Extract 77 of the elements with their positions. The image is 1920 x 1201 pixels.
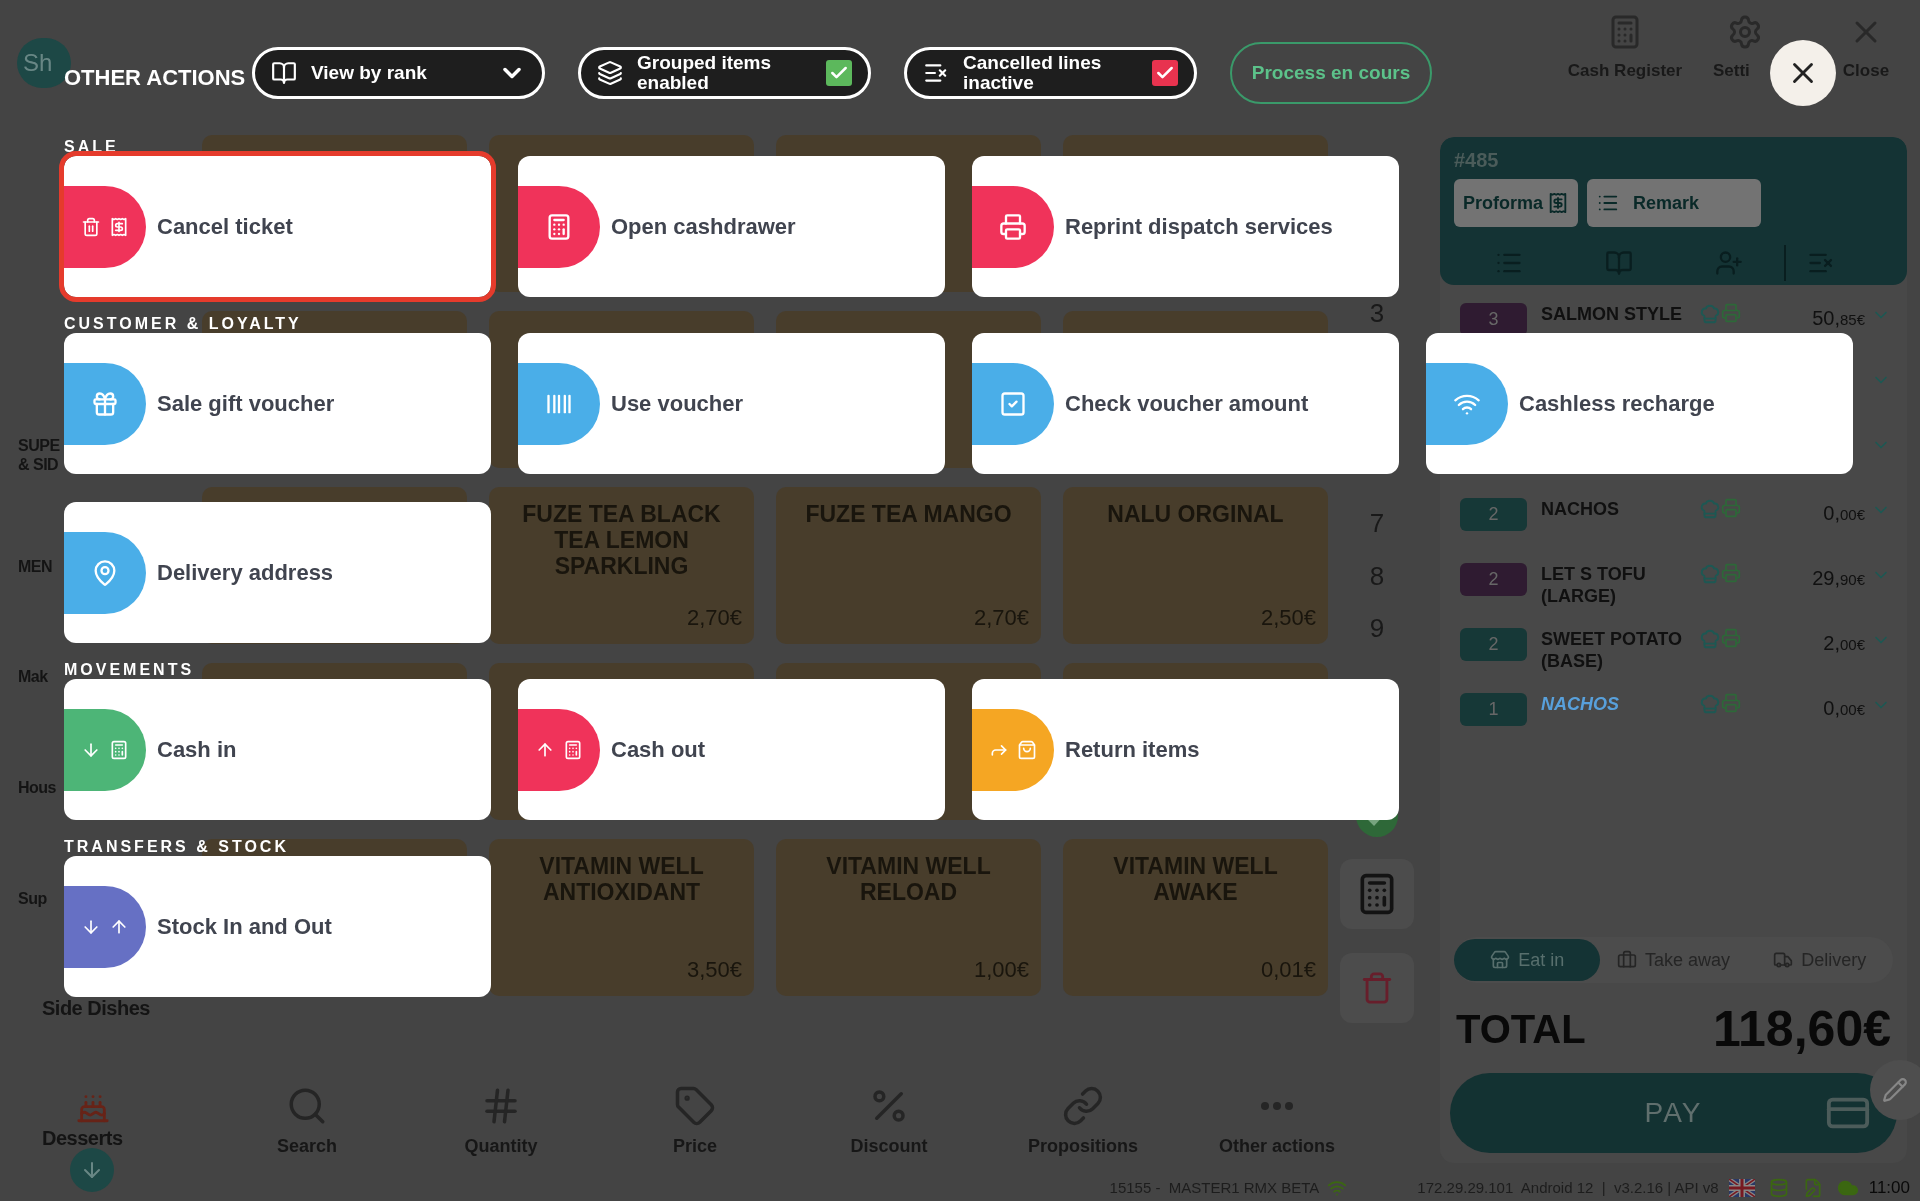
action-card[interactable]: Check voucher amount: [972, 333, 1399, 474]
toggle-button[interactable]: Cancelled lines inactive: [904, 47, 1197, 99]
tag-icon: [674, 1085, 716, 1127]
process-button[interactable]: Process en cours: [1230, 42, 1432, 104]
section-heading: CUSTOMER & LOYALTY: [64, 314, 302, 333]
quantity-badge: 2: [1460, 563, 1527, 596]
quantity-badge: 2: [1460, 628, 1527, 661]
pencil-icon: [1882, 1077, 1908, 1103]
calculator-icon: [563, 739, 583, 760]
link-icon: [1062, 1085, 1104, 1127]
remark-button[interactable]: Remark: [1587, 179, 1761, 227]
calculator-icon: [109, 739, 129, 760]
chef-hat-icon: [1699, 628, 1721, 650]
checkbox-icon: [999, 389, 1027, 418]
price: 0,00€: [1823, 701, 1865, 718]
chef-hat-icon: [1699, 303, 1721, 325]
layers-icon: [597, 60, 623, 86]
gift-icon: [91, 389, 119, 418]
trash-icon: [1360, 970, 1394, 1005]
scroll-down-button[interactable]: [70, 1148, 114, 1192]
wifi-icon: [1327, 1178, 1348, 1198]
chef-hat-icon: [1699, 498, 1721, 520]
action-card[interactable]: Sale gift voucher: [64, 333, 491, 474]
price: 29,90€: [1812, 571, 1865, 588]
quantity-badge: 2: [1460, 498, 1527, 531]
bag-icon: [1616, 950, 1637, 970]
database-icon: [1768, 1178, 1789, 1198]
chef-hat-icon: [1699, 693, 1721, 715]
more-icon: [1261, 1102, 1293, 1110]
printer-icon: [999, 212, 1027, 241]
item-name[interactable]: NACHOS: [1541, 498, 1691, 520]
book-icon: [271, 60, 297, 86]
item-name[interactable]: SWEET POTATO (BASE): [1541, 628, 1691, 672]
item-name[interactable]: LET S TOFU (LARGE): [1541, 563, 1691, 607]
price: 50,85€: [1812, 311, 1865, 328]
action-card[interactable]: Cashless recharge: [1426, 333, 1853, 474]
order-type-tab[interactable]: Eat in: [1454, 939, 1601, 981]
view-dropdown[interactable]: View by rank: [252, 47, 545, 99]
total-label: TOTAL: [1456, 1006, 1586, 1053]
action-card[interactable]: Reprint dispatch services: [972, 156, 1399, 297]
action-card[interactable]: Cash out: [518, 679, 945, 820]
delete-button[interactable]: [1340, 952, 1414, 1023]
price: 0,00€: [1823, 506, 1865, 523]
printer-icon: [1721, 303, 1741, 323]
item-name[interactable]: NACHOS: [1541, 693, 1691, 715]
uk-flag-icon: [1728, 1179, 1755, 1197]
item-name[interactable]: SALMON STYLE: [1541, 303, 1691, 325]
printer-icon: [1721, 498, 1741, 518]
chef-hat-icon: [1699, 563, 1721, 585]
clock: 11:00: [1868, 1177, 1910, 1200]
printer-icon: [1721, 563, 1741, 583]
receipt-icon: [109, 216, 129, 237]
truck-icon: [1773, 950, 1794, 970]
checkbox[interactable]: [1152, 60, 1178, 86]
shopping-bag-icon: [1017, 739, 1037, 760]
checkbox[interactable]: [826, 60, 852, 86]
quantity-badge: 1: [1460, 693, 1527, 726]
trash-icon: [81, 216, 101, 237]
toggle-button[interactable]: Grouped items enabled: [578, 47, 871, 99]
section-heading: TRANSFERS & STOCK: [64, 837, 289, 856]
printer-icon: [1721, 628, 1741, 648]
action-card[interactable]: Open cashdrawer: [518, 156, 945, 297]
settings-icon: [1727, 14, 1763, 50]
receipt-icon: [1547, 192, 1569, 214]
action-card[interactable]: Delivery address: [64, 502, 491, 643]
action-card[interactable]: Use voucher: [518, 333, 945, 474]
proforma-button[interactable]: Proforma: [1454, 179, 1578, 227]
action-card[interactable]: Stock In and Out: [64, 856, 491, 997]
action-card[interactable]: Cash in: [64, 679, 491, 820]
store-icon: [1490, 950, 1511, 970]
price: 2,00€: [1823, 636, 1865, 653]
pay-button[interactable]: PAY: [1450, 1073, 1897, 1153]
total-amount: 118,60€: [1713, 1000, 1891, 1059]
section-heading: MOVEMENTS: [64, 660, 195, 679]
action-card[interactable]: Return items: [972, 679, 1399, 820]
printer-icon: [1721, 693, 1741, 713]
calculator-button[interactable]: [1340, 858, 1414, 929]
